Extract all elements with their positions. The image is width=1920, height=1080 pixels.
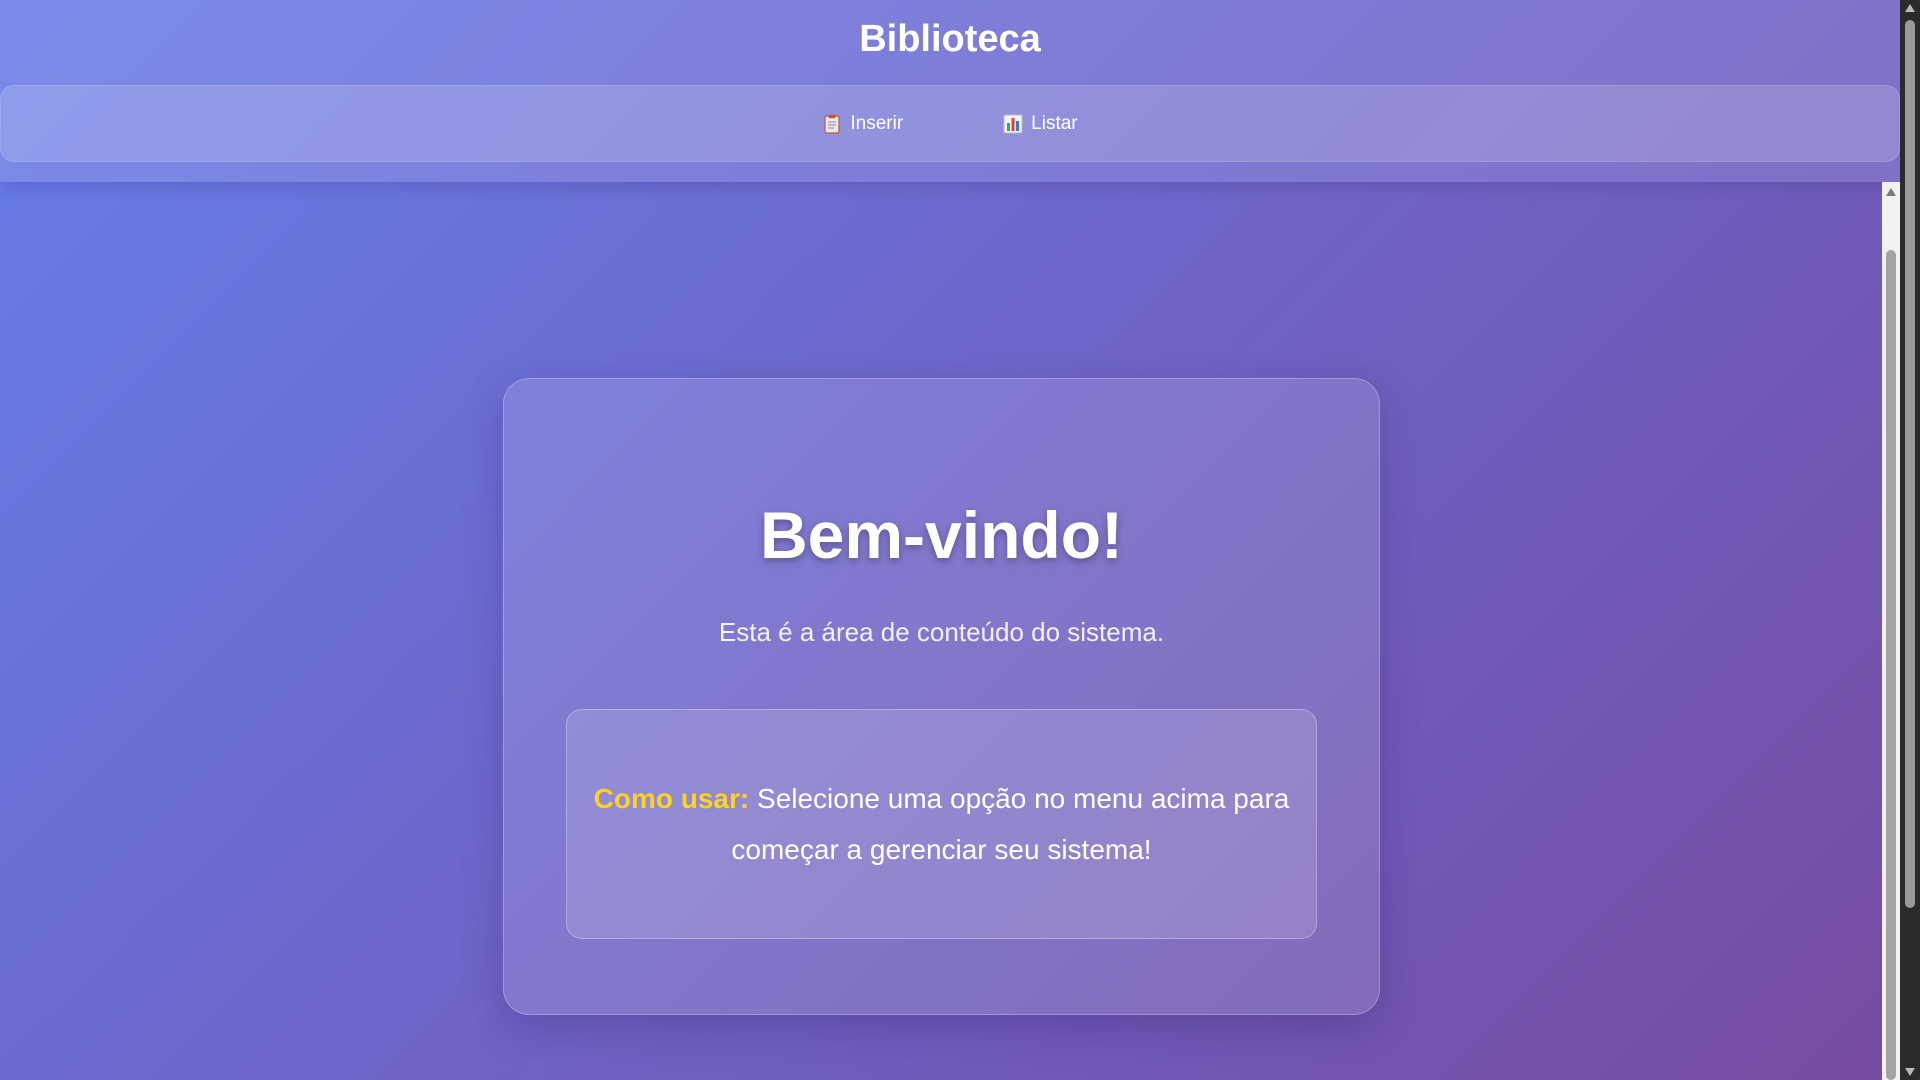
window-scrollbar-thumb[interactable]: [1905, 20, 1915, 908]
nav-item-listar-label: Listar: [1031, 112, 1078, 134]
main-nav: Inserir Listar: [0, 85, 1900, 162]
usage-tip-label: Como usar:: [593, 783, 750, 814]
welcome-heading: Bem-vindo!: [760, 498, 1123, 572]
app-header: Biblioteca Inserir Listar: [0, 0, 1900, 182]
usage-tip-body: Selecione uma opção no menu acima para c…: [731, 783, 1290, 865]
clipboard-icon: [822, 114, 842, 134]
window-scrollbar[interactable]: [1900, 0, 1920, 1080]
usage-tip-text: Como usar: Selecione uma opção no menu a…: [593, 773, 1290, 875]
content-scrollbar[interactable]: [1882, 182, 1900, 1080]
bar-chart-icon: [1003, 114, 1023, 134]
usage-tip-box: Como usar: Selecione uma opção no menu a…: [566, 709, 1317, 939]
nav-item-inserir-label: Inserir: [850, 112, 904, 134]
window-scroll-down-arrow-icon[interactable]: [1905, 1068, 1915, 1076]
window-scroll-up-arrow-icon[interactable]: [1905, 4, 1915, 12]
nav-item-listar[interactable]: Listar: [997, 105, 1083, 143]
welcome-card: Bem-vindo! Esta é a área de conteúdo do …: [503, 378, 1380, 1015]
nav-item-inserir[interactable]: Inserir: [816, 105, 909, 143]
scroll-up-arrow-icon[interactable]: [1886, 188, 1896, 196]
scrollbar-thumb[interactable]: [1886, 250, 1896, 1080]
app-title: Biblioteca: [859, 18, 1041, 60]
welcome-subtitle: Esta é a área de conteúdo do sistema.: [718, 617, 1165, 647]
